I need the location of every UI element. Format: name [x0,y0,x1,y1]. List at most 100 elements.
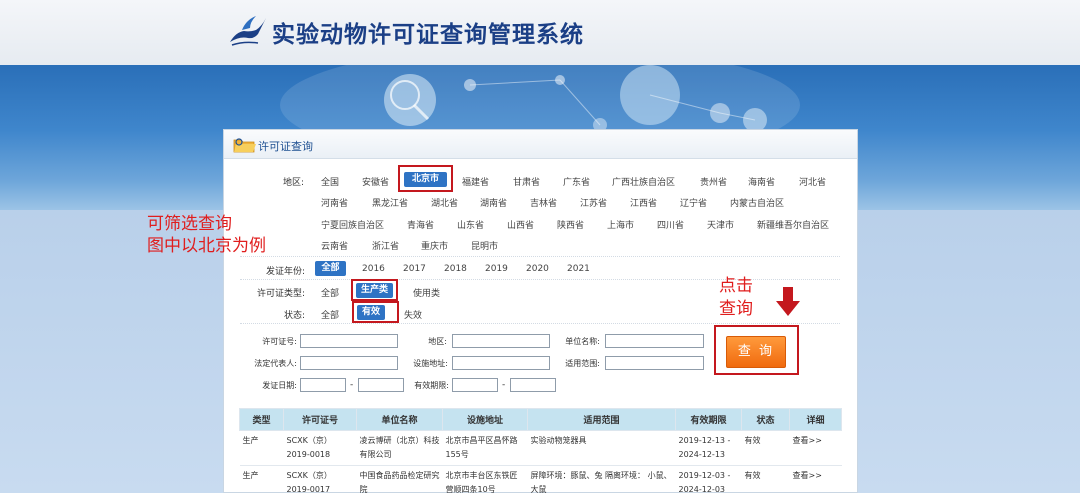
issue-date-end-input[interactable] [358,378,404,392]
region-option-heilongjiang[interactable]: 黑龙江省 [372,196,408,209]
cell-status: 有效 [741,465,790,493]
license-no-input[interactable] [300,334,398,348]
column-header-status: 状态 [741,408,790,431]
region-option-tianjin[interactable]: 天津市 [707,218,734,231]
cell-facility: 北京市丰台区东铁匠营顺四条10号 [442,465,528,493]
valid-period-start-input[interactable] [452,378,498,392]
year-option-2020[interactable]: 2020 [526,264,549,274]
unit-name-input[interactable] [605,334,704,348]
region-option-hubei[interactable]: 湖北省 [431,196,458,209]
cell-unit: 凌云博研（北京）科技有限公司 [356,430,443,466]
region-option-guangxi[interactable]: 广西壮族自治区 [612,175,675,188]
filter-annotation-line1: 可筛选查询 [147,214,232,234]
divider [240,323,840,324]
highlight-box-region [398,165,453,192]
issue-date-range-separator: - [350,380,354,390]
site-title: 实验动物许可证查询管理系统 [272,21,584,48]
divider [240,256,840,257]
view-detail-link[interactable]: 查看>> [789,465,842,493]
cell-valid-period: 2019-12-13 - 2024-12-13 [675,430,742,466]
year-option-2017[interactable]: 2017 [403,264,426,274]
region-option-jiangxi[interactable]: 江西省 [630,196,657,209]
region-option-hebei[interactable]: 河北省 [799,175,826,188]
region-option-qinghai[interactable]: 青海省 [407,218,434,231]
region-option-ningxia[interactable]: 宁夏回族自治区 [321,218,384,231]
region-option-sichuan[interactable]: 四川省 [657,218,684,231]
region-option-shanxi[interactable]: 山西省 [507,218,534,231]
column-header-detail: 详细 [789,408,842,431]
panel-header: 许可证查询 [224,130,857,159]
table-row: 生产 SCXK（京）2019-0017 中国食品药品检定研究院 北京市丰台区东铁… [239,465,842,493]
cell-type: 生产 [239,465,284,493]
region-option-guangdong[interactable]: 广东省 [563,175,590,188]
status-label: 状态: [283,311,305,321]
issue-date-start-input[interactable] [300,378,346,392]
region-option-guizhou[interactable]: 贵州省 [700,175,727,188]
filter-annotation-line2: 图中以北京为例 [147,236,266,256]
folder-search-icon [233,138,256,153]
cell-license-no: SCXK（京）2019-0017 [283,465,357,493]
region-option-liaoning[interactable]: 辽宁省 [680,196,707,209]
region-option-gansu[interactable]: 甘肃省 [513,175,540,188]
column-header-license-no: 许可证号 [283,408,357,431]
facility-address-input[interactable] [452,356,550,370]
form-region-label: 地区: [428,337,447,346]
column-header-unit: 单位名称 [356,408,443,431]
region-option-fujian[interactable]: 福建省 [462,175,489,188]
cell-status: 有效 [741,430,790,466]
cell-scope: 屏障环境：豚鼠、兔 隔离环境： 小鼠、大鼠 [527,465,676,493]
license-type-label: 许可证类型: [256,289,305,299]
region-option-neimenggu[interactable]: 内蒙古自治区 [730,196,784,209]
region-option-hainan[interactable]: 海南省 [748,175,775,188]
region-option-henan[interactable]: 河南省 [321,196,348,209]
table-header-row: 类型 许可证号 单位名称 设施地址 适用范围 有效期限 状态 详细 [239,408,842,431]
region-option-xinjiang[interactable]: 新疆维吾尔自治区 [757,218,829,231]
cell-scope: 实验动物笼器具 [527,430,676,466]
cell-license-no: SCXK（京）2019-0018 [283,430,357,466]
type-option-usage[interactable]: 使用类 [413,286,440,299]
region-option-jiangsu[interactable]: 江苏省 [580,196,607,209]
valid-period-end-input[interactable] [510,378,556,392]
region-option-shandong[interactable]: 山东省 [457,218,484,231]
year-option-2016[interactable]: 2016 [362,264,385,274]
status-option-all[interactable]: 全部 [321,308,339,321]
scope-label: 适用范围: [565,359,600,368]
unit-name-label: 单位名称: [565,337,600,346]
scope-input[interactable] [605,356,704,370]
column-header-scope: 适用范围 [527,408,676,431]
valid-period-label: 有效期限: [414,381,449,390]
highlight-box-status [352,301,399,323]
region-option-kunming[interactable]: 昆明市 [471,239,498,252]
year-option-2021[interactable]: 2021 [567,264,590,274]
year-option-2019[interactable]: 2019 [485,264,508,274]
region-input[interactable] [452,334,550,348]
click-annotation-line1: 点击 [719,276,753,296]
column-header-valid-period: 有效期限 [675,408,742,431]
table-row: 生产 SCXK（京）2019-0018 凌云博研（北京）科技有限公司 北京市昌平… [239,430,842,466]
status-option-invalid[interactable]: 失效 [404,308,422,321]
cell-type: 生产 [239,430,284,466]
region-option-yunnan[interactable]: 云南省 [321,239,348,252]
region-option-shanghai[interactable]: 上海市 [607,218,634,231]
region-option-shaanxi[interactable]: 陕西省 [557,218,584,231]
year-option-all-selected[interactable]: 全部 [315,261,346,276]
region-option-hunan[interactable]: 湖南省 [480,196,507,209]
region-option-chongqing[interactable]: 重庆市 [421,239,448,252]
region-option-zhejiang[interactable]: 浙江省 [372,239,399,252]
year-option-2018[interactable]: 2018 [444,264,467,274]
year-label: 发证年份: [265,267,305,277]
region-label: 地区: [282,178,304,188]
arrow-down-icon [776,287,800,316]
legal-rep-input[interactable] [300,356,398,370]
region-option-jilin[interactable]: 吉林省 [530,196,557,209]
region-option-anhui[interactable]: 安徽省 [362,175,389,188]
issue-date-label: 发证日期: [262,381,297,390]
highlight-box-search [714,325,799,375]
bird-logo-icon [230,16,266,46]
region-option-all[interactable]: 全国 [321,175,339,188]
legal-rep-label: 法定代表人: [254,359,297,368]
type-option-all[interactable]: 全部 [321,286,339,299]
view-detail-link[interactable]: 查看>> [789,430,842,466]
valid-period-range-separator: - [502,380,506,390]
highlight-box-type [351,279,398,301]
